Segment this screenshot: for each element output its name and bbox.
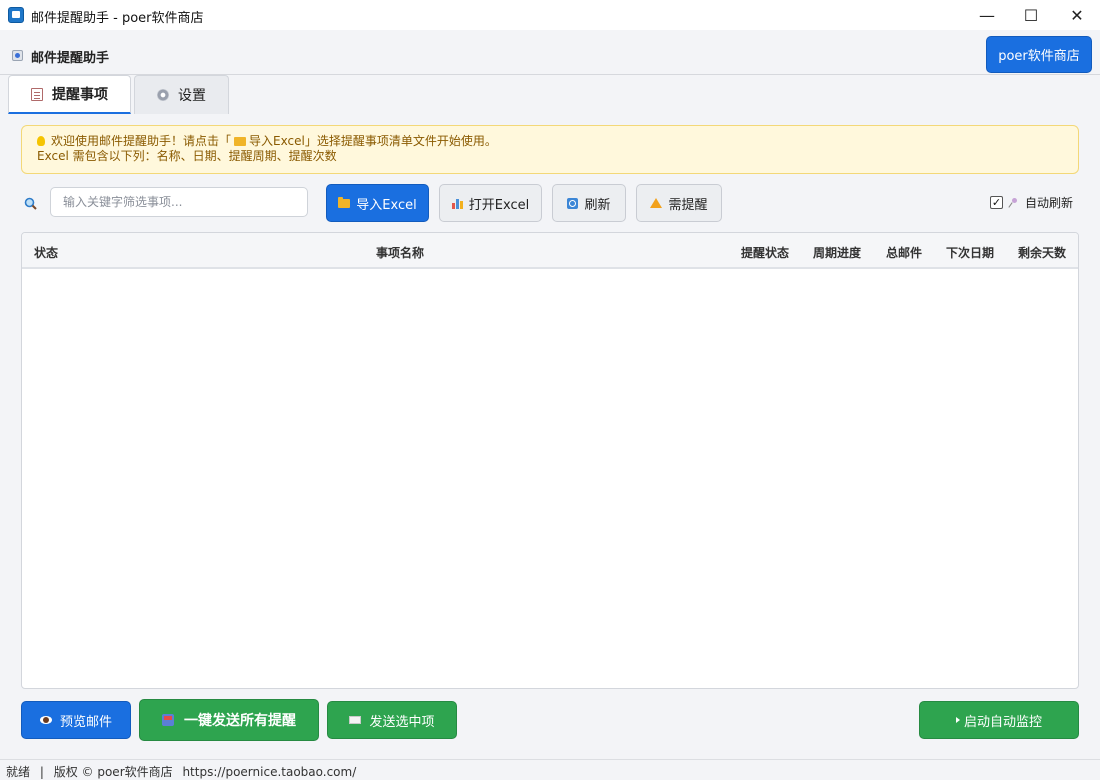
- gear-icon: [157, 89, 169, 101]
- bar-chart-icon: [451, 198, 463, 209]
- button-label: 刷新: [584, 197, 611, 213]
- button-label: 发送选中项: [369, 714, 435, 730]
- column-reminder-status[interactable]: 提醒状态: [741, 244, 789, 261]
- needs-reminder-button[interactable]: 需提醒: [636, 184, 722, 222]
- reminders-panel: 欢迎使用邮件提醒助手！请点击「 导入Excel」选择提醒事项清单文件开始使用。 E…: [8, 114, 1092, 759]
- button-label: 启动自动监控: [963, 714, 1042, 730]
- minimize-button[interactable]: —: [964, 0, 1010, 30]
- welcome-notice: 欢迎使用邮件提醒助手！请点击「 导入Excel」选择提醒事项清单文件开始使用。 E…: [21, 125, 1079, 174]
- status-separator: |: [39, 765, 44, 779]
- tab-label: 提醒事项: [52, 87, 108, 103]
- status-text: 就绪: [6, 765, 31, 779]
- button-label: 导入Excel: [356, 197, 417, 213]
- play-icon: [955, 717, 960, 723]
- start-monitor-button[interactable]: 启动自动监控: [919, 701, 1079, 739]
- lightbulb-icon: [37, 136, 45, 146]
- button-label: 预览邮件: [59, 714, 112, 730]
- column-days-left[interactable]: 剩余天数: [1018, 244, 1066, 261]
- button-label: 需提醒: [668, 197, 708, 213]
- folder-icon: [234, 137, 247, 146]
- tab-label: 设置: [178, 88, 206, 104]
- tab-settings[interactable]: 设置: [134, 75, 229, 114]
- search-icon: [24, 197, 37, 210]
- pin-icon: [1009, 197, 1019, 208]
- eye-icon: [39, 716, 52, 724]
- send-all-button[interactable]: 一键发送所有提醒: [139, 699, 319, 741]
- notice-line-1: 欢迎使用邮件提醒助手！请点击「 导入Excel」选择提醒事项清单文件开始使用。: [37, 134, 1063, 149]
- store-url[interactable]: https://poernice.taobao.com/: [182, 765, 356, 779]
- column-status[interactable]: 状态: [34, 244, 58, 261]
- column-total-emails[interactable]: 总邮件: [886, 244, 922, 261]
- button-label: 一键发送所有提醒: [184, 713, 296, 729]
- copyright-text: 版权 © poer软件商店: [53, 765, 173, 779]
- mailbox-icon: [162, 714, 174, 726]
- maximize-button[interactable]: ☐: [1008, 0, 1054, 30]
- refresh-button[interactable]: 刷新: [552, 184, 626, 222]
- refresh-icon: [567, 197, 579, 209]
- app-header: 邮件提醒助手 poer软件商店: [0, 30, 1100, 75]
- column-item-name[interactable]: 事项名称: [376, 244, 424, 261]
- button-label: 打开Excel: [468, 197, 530, 213]
- notice-highlight: 导入Excel: [249, 134, 305, 148]
- app-icon: [8, 7, 24, 23]
- open-excel-button[interactable]: 打开Excel: [439, 184, 542, 222]
- tab-reminders[interactable]: 提醒事项: [8, 75, 131, 114]
- memo-icon: [31, 87, 43, 101]
- notice-line-2: Excel 需包含以下列：名称、日期、提醒周期、提醒次数: [37, 149, 337, 163]
- notice-text: 欢迎使用邮件提醒助手！请点击「: [51, 134, 232, 148]
- title-bar: 邮件提醒助手 - poer软件商店 — ☐ ✕: [0, 0, 1100, 30]
- auto-refresh-checkbox[interactable]: ✓: [990, 196, 1003, 209]
- close-button[interactable]: ✕: [1054, 0, 1100, 30]
- column-next-date[interactable]: 下次日期: [946, 244, 994, 261]
- table-header: 状态 事项名称 提醒状态 周期进度 总邮件 下次日期 剩余天数: [22, 233, 1078, 269]
- app-title: 邮件提醒助手: [31, 51, 110, 66]
- column-cycle-progress[interactable]: 周期进度: [813, 244, 861, 261]
- import-excel-button[interactable]: 导入Excel: [326, 184, 429, 222]
- store-button[interactable]: poer软件商店: [986, 36, 1092, 73]
- status-bar: 就绪 | 版权 © poer软件商店 https://poernice.taob…: [0, 759, 1100, 780]
- search-input[interactable]: [50, 187, 308, 217]
- envelope-icon: [349, 716, 362, 724]
- auto-refresh-toggle[interactable]: ✓ 自动刷新: [990, 194, 1073, 211]
- tab-bar: 提醒事项 设置: [8, 75, 232, 115]
- auto-refresh-label: 自动刷新: [1025, 196, 1074, 210]
- reminders-table[interactable]: 状态 事项名称 提醒状态 周期进度 总邮件 下次日期 剩余天数: [21, 232, 1079, 689]
- window-title: 邮件提醒助手 - poer软件商店: [31, 11, 204, 26]
- camera-icon: [12, 50, 23, 61]
- send-selected-button[interactable]: 发送选中项: [327, 701, 457, 739]
- warning-icon: [650, 198, 663, 208]
- app-window: 邮件提醒助手 - poer软件商店 — ☐ ✕ 邮件提醒助手 poer软件商店 …: [0, 0, 1100, 780]
- folder-icon: [338, 196, 351, 208]
- preview-email-button[interactable]: 预览邮件: [21, 701, 131, 739]
- notice-text: 」选择提醒事项清单文件开始使用。: [304, 134, 497, 148]
